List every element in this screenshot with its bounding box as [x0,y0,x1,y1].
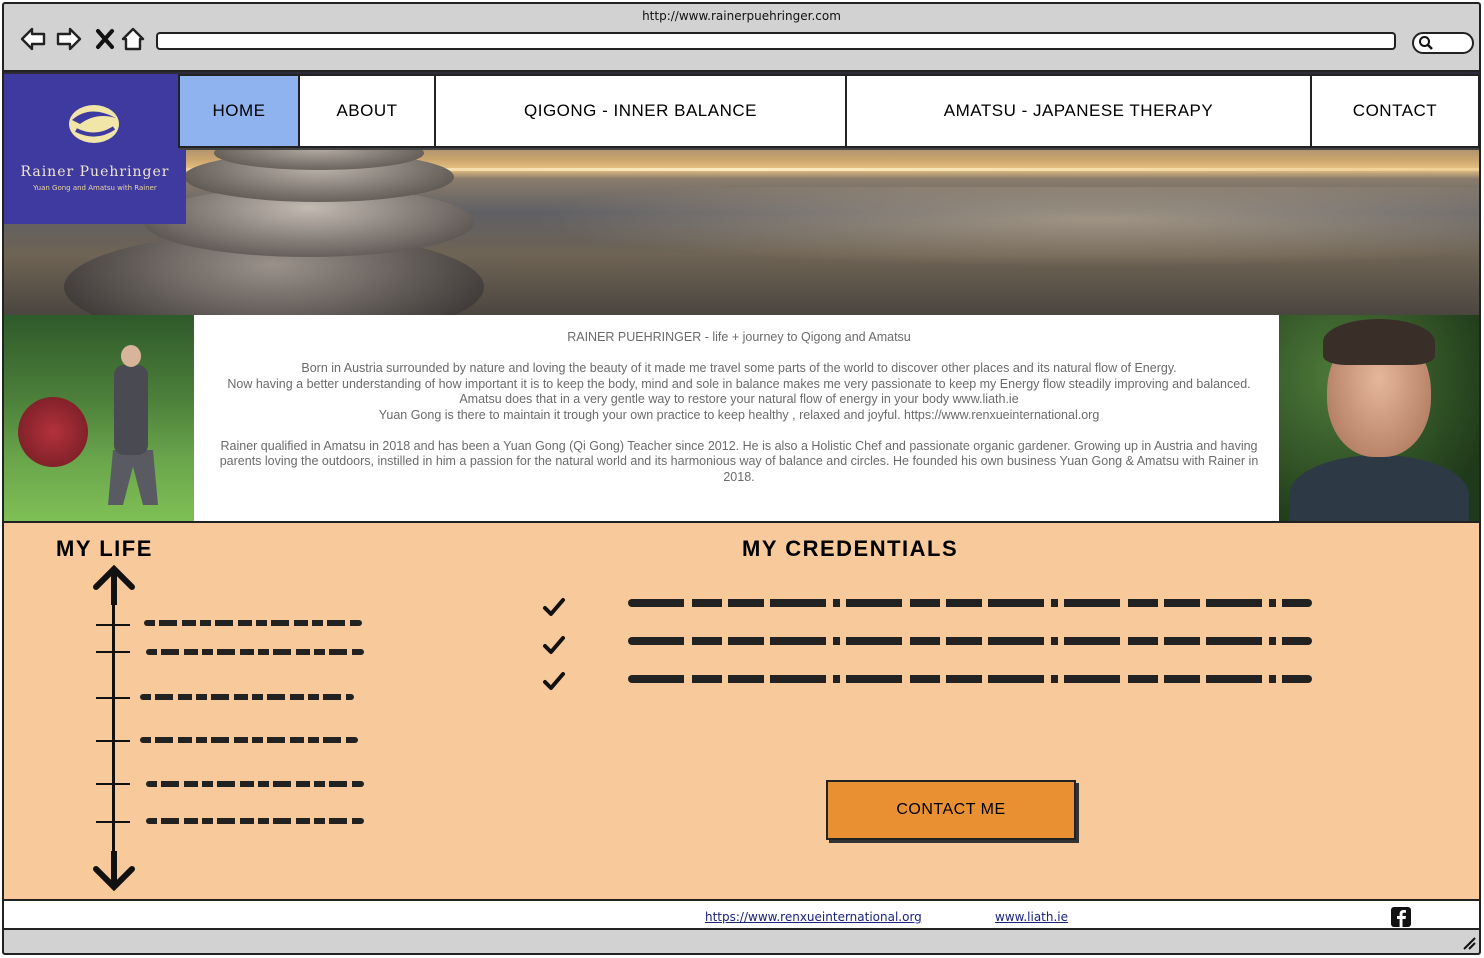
intro-paragraph-line: Amatsu does that in a very gentle way to… [459,392,1019,406]
facebook-icon[interactable] [1390,906,1412,928]
timeline-entry-placeholder [146,649,364,655]
timeline-tick [96,697,130,699]
footer: https://www.renxueinternational.org www.… [4,901,1479,928]
url-caption: http://www.rainerpuehringer.com [642,9,841,23]
credential-placeholder [628,637,1312,645]
timeline-tick [96,783,130,785]
timeline-tick [96,624,130,626]
intro-paragraph-line: Yuan Gong is there to maintain it trough… [378,407,1100,422]
nav-tab-qigong[interactable]: QIGONG - INNER BALANCE [434,74,847,148]
search-icon [1419,36,1433,50]
my-life-heading: MY LIFE [56,536,153,561]
back-arrow-icon[interactable] [18,24,48,54]
address-bar[interactable] [156,32,1396,50]
timeline-entry-placeholder [140,737,358,743]
credential-placeholder [628,599,1312,607]
arrow-down-icon [93,851,135,891]
page-viewport: Rainer Puehringer Yuan Gong and Amatsu w… [4,70,1479,930]
intro-paragraph-line: Born in Austria surrounded by nature and… [301,361,1177,375]
timeline-axis [112,587,115,869]
logo-mark-icon [69,105,119,143]
check-icon [543,636,565,654]
check-icon [543,598,565,616]
footer-link-renxue[interactable]: https://www.renxueinternational.org [705,910,922,924]
timeline-entry-placeholder [146,781,364,787]
my-credentials-heading: MY CREDENTIALS [742,536,959,561]
intro-title: RAINER PUEHRINGER - life + journey to Qi… [567,330,911,344]
timeline-entry-placeholder [144,620,362,626]
logo-name: Rainer Puehringer [20,164,170,180]
site-logo[interactable]: Rainer Puehringer Yuan Gong and Amatsu w… [4,74,186,224]
timeline-tick [96,651,130,653]
timeline-tick [96,740,130,742]
nav-tab-amatsu[interactable]: AMATSU - JAPANESE THERAPY [845,74,1312,148]
nav-tab-home[interactable]: HOME [178,74,300,148]
bio-paragraph: Rainer qualified in Amatsu in 2018 and h… [219,438,1259,484]
logo-tagline: Yuan Gong and Amatsu with Rainer [33,184,157,192]
footer-link-liath[interactable]: www.liath.ie [995,910,1068,924]
portrait-photo [1279,315,1479,521]
life-credentials-section: MY LIFE MY CREDENTIALS CONTACT ME [4,521,1479,901]
nav-tab-about[interactable]: ABOUT [298,74,436,148]
intro-text-block: RAINER PUEHRINGER - life + journey to Qi… [208,330,1270,485]
close-icon[interactable] [90,24,120,54]
timeline-entry-placeholder [140,694,354,700]
check-icon [543,672,565,690]
forward-arrow-icon[interactable] [54,24,84,54]
intro-paragraph-line: Now having a better understanding of how… [227,376,1251,391]
contact-me-button[interactable]: CONTACT ME [826,780,1076,840]
timeline-tick [96,821,130,823]
timeline-entry-placeholder [146,818,364,824]
practice-photo [4,315,194,521]
browser-search-box[interactable] [1412,32,1474,54]
credential-placeholder [628,675,1312,683]
browser-window: http://www.rainerpuehringer.com Rainer P… [2,2,1481,955]
nav-tab-contact[interactable]: CONTACT [1310,74,1479,148]
resize-grip-icon[interactable] [1460,934,1476,950]
home-icon[interactable] [118,24,148,54]
